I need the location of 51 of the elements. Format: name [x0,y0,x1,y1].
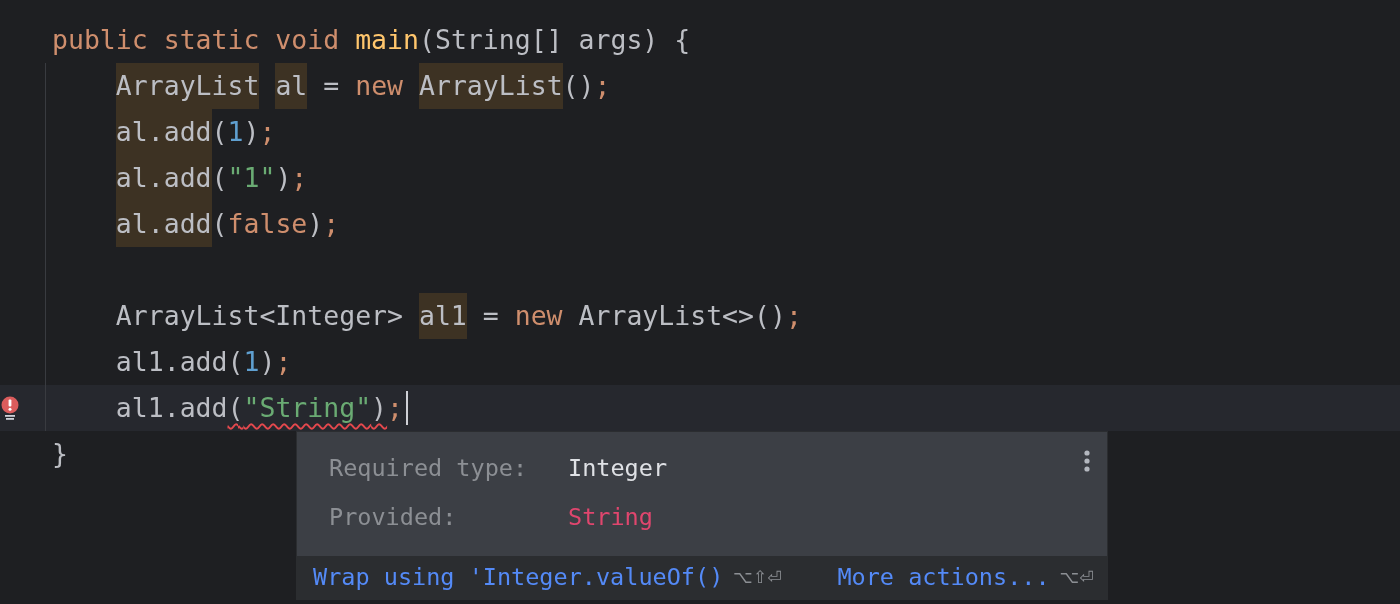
code-token: new [514,299,564,333]
code-token: ; [785,299,802,333]
code-token: ( [227,391,244,425]
code-token: public static void [52,23,341,57]
more-options-icon[interactable] [1084,450,1090,472]
code-token: = [481,299,500,333]
code-token: = [322,69,341,103]
code-token: ArrayList<Integer> [115,299,404,333]
shortcut-hint: ⌥⇧⏎ [733,566,782,587]
code-token: ; [594,69,611,103]
type-value: String [568,503,654,532]
code-token: ; [275,345,292,379]
code-token: ; [291,161,308,195]
text-caret [406,391,409,425]
code-token: ; [387,391,404,425]
action-link[interactable]: Wrap using 'Integer.valueOf() [313,562,724,591]
code-token: false [227,207,308,241]
code-token: ) [259,345,276,379]
code-token: 1 [243,345,260,379]
code-token: ; [259,115,276,149]
type-value: Integer [568,454,669,483]
code-token: al.add [115,109,212,155]
shortcut-hint: ⌥⏎ [1059,566,1094,587]
code-token: "1" [227,161,276,195]
code-token: new [355,69,405,103]
code-token: main [355,23,419,57]
code-token: al1.add [115,391,228,425]
field-label: Provided: [329,503,458,532]
code-token: (String[] args) { [418,23,691,57]
code-token: al.add [115,201,212,247]
code-token: "String" [243,391,372,425]
code-token: ArrayList [419,63,563,109]
code-token: ) [371,391,388,425]
code-token: () [562,69,595,103]
code-token: ; [323,207,340,241]
code-token: ArrayList<>() [578,299,786,333]
code-token: ) [307,207,324,241]
code-token: al [275,63,308,109]
action-link[interactable]: More actions... [837,562,1050,591]
code-token: al1.add( [115,345,244,379]
code-token: ) [275,161,292,195]
code-token: ( [211,115,228,149]
code-token: } [52,437,68,471]
code-token: ( [211,207,228,241]
code-token: al1 [418,293,467,339]
error-bulb-icon[interactable] [0,396,20,420]
field-label: Required type: [329,454,529,483]
code-token: ) [243,115,260,149]
code-token: al.add [115,155,212,201]
code-token: 1 [227,115,244,149]
code-token: ( [211,161,228,195]
